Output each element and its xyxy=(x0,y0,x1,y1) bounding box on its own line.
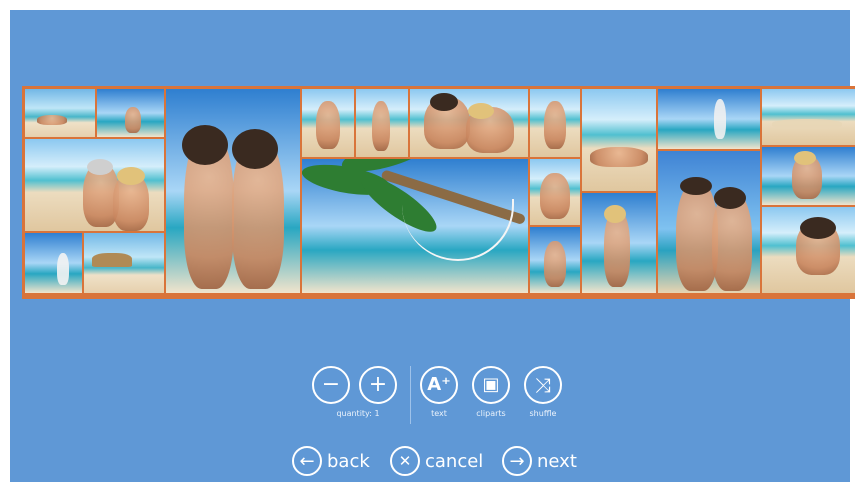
plus-icon: + xyxy=(368,372,388,397)
collage-toolbar: − + quantity: 1 A⁺ text ▣ cliparts ⤨ shu… xyxy=(10,366,850,426)
person-figure xyxy=(316,101,340,149)
hair xyxy=(714,187,746,209)
collage-photo[interactable] xyxy=(410,89,528,157)
person-figure xyxy=(125,107,141,133)
hut-roof xyxy=(92,253,132,267)
cliparts-label: cliparts xyxy=(476,409,506,418)
next-button[interactable]: → next xyxy=(502,446,577,476)
collage-photo[interactable] xyxy=(97,89,164,137)
next-label: next xyxy=(537,450,577,472)
wizard-navigation: ← back ✕ cancel → next xyxy=(10,446,850,480)
person-figure xyxy=(544,101,566,149)
shuffle-label: shuffle xyxy=(529,409,557,418)
close-icon: ✕ xyxy=(390,446,420,476)
hair xyxy=(680,177,712,195)
hair xyxy=(800,217,836,239)
collage-photo[interactable] xyxy=(658,151,760,293)
cancel-button[interactable]: ✕ cancel xyxy=(390,446,483,476)
back-label: back xyxy=(327,450,370,472)
shuffle-button[interactable]: ⤨ xyxy=(524,366,562,404)
person-figure xyxy=(37,115,67,125)
collage-photo[interactable] xyxy=(762,89,855,145)
hair xyxy=(430,93,458,111)
person-figure xyxy=(540,173,570,219)
shuffle-icon: ⤨ xyxy=(535,373,551,397)
minus-icon: − xyxy=(321,372,341,397)
decrease-quantity-button[interactable]: − xyxy=(312,366,350,404)
collage-photo[interactable] xyxy=(582,89,656,191)
collage-photo[interactable] xyxy=(302,89,354,157)
hair xyxy=(232,129,278,169)
collage-photo[interactable] xyxy=(302,159,528,293)
app-canvas: − + quantity: 1 A⁺ text ▣ cliparts ⤨ shu… xyxy=(10,10,855,482)
collage-photo[interactable] xyxy=(166,89,300,293)
photo-collage[interactable] xyxy=(22,86,855,299)
person-figure xyxy=(772,119,842,129)
collage-photo[interactable] xyxy=(25,89,95,137)
collage-photo[interactable] xyxy=(762,147,855,205)
quantity-label: quantity: 1 xyxy=(336,409,380,418)
collage-photo[interactable] xyxy=(356,89,408,157)
text-label: text xyxy=(431,409,447,418)
collage-photo[interactable] xyxy=(762,207,855,293)
hair xyxy=(182,125,228,165)
hammock xyxy=(402,199,514,261)
increase-quantity-button[interactable]: + xyxy=(359,366,397,404)
add-text-button[interactable]: A⁺ xyxy=(420,366,458,404)
clipart-icon: ▣ xyxy=(482,374,500,395)
collage-photo[interactable] xyxy=(658,89,760,149)
text-icon: A⁺ xyxy=(427,374,451,395)
collage-photo[interactable] xyxy=(25,139,164,231)
person-figure xyxy=(57,253,69,285)
person-figure xyxy=(714,99,726,139)
hair xyxy=(117,167,145,185)
add-clipart-button[interactable]: ▣ xyxy=(472,366,510,404)
cancel-label: cancel xyxy=(425,450,484,472)
collage-photo[interactable] xyxy=(582,193,656,293)
hair xyxy=(604,205,626,223)
person-figure xyxy=(544,241,566,287)
person-figure xyxy=(590,147,648,167)
collage-photo[interactable] xyxy=(84,233,164,293)
collage-photo[interactable] xyxy=(530,227,580,293)
collage-photo[interactable] xyxy=(25,233,82,293)
arrow-right-icon: → xyxy=(502,446,532,476)
arrow-left-icon: ← xyxy=(292,446,322,476)
hair xyxy=(87,159,113,175)
person-figure xyxy=(372,101,390,151)
collage-photo[interactable] xyxy=(530,89,580,157)
back-button[interactable]: ← back xyxy=(292,446,370,476)
collage-photo[interactable] xyxy=(530,159,580,225)
hair xyxy=(794,151,816,165)
hair xyxy=(468,103,494,119)
